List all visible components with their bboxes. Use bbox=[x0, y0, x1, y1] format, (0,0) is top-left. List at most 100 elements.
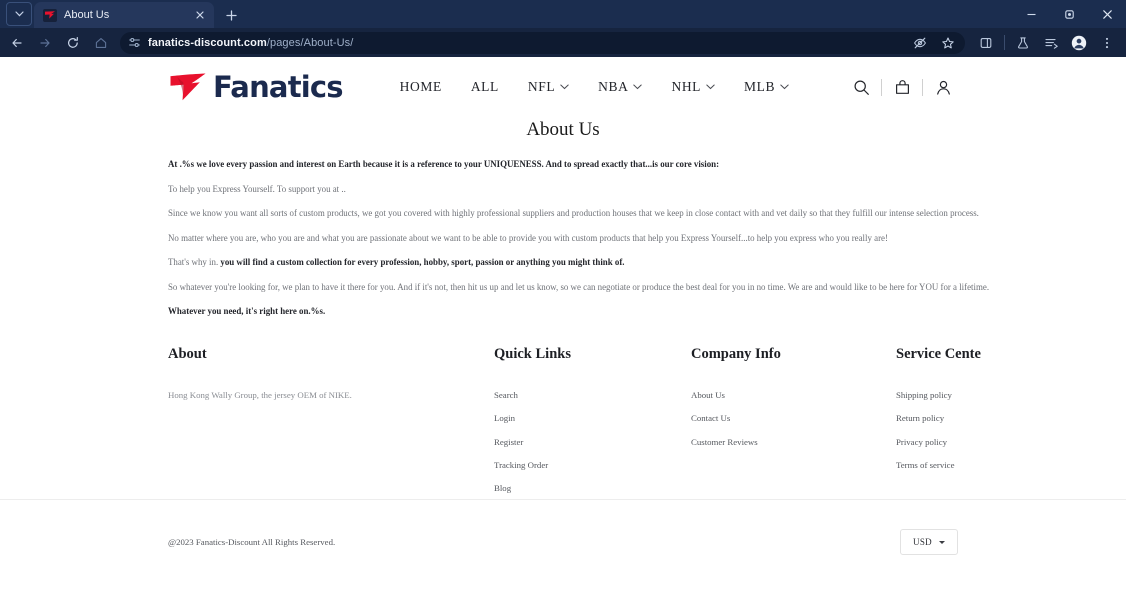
header-actions bbox=[846, 78, 958, 96]
cart-button[interactable] bbox=[887, 79, 917, 96]
nav-label: HOME bbox=[399, 79, 442, 94]
header-divider bbox=[881, 78, 882, 96]
profile-button[interactable] bbox=[1066, 31, 1092, 55]
tracking-protection-button[interactable] bbox=[907, 31, 933, 55]
footer-link-register[interactable]: Register bbox=[494, 437, 691, 447]
url-domain: fanatics-discount.com bbox=[148, 36, 267, 49]
footer-column-quick-links: Quick Links Search Login Register Tracki… bbox=[494, 346, 691, 493]
tab-strip: About Us bbox=[0, 0, 1126, 28]
footer-divider bbox=[0, 499, 1126, 500]
minimize-button[interactable] bbox=[1012, 0, 1050, 28]
copyright-text: @2023 Fanatics-Discount All Rights Reser… bbox=[168, 537, 336, 547]
footer-link-search[interactable]: Search bbox=[494, 391, 691, 400]
browser-window: About Us fanatics-discount.com/pages/Abo… bbox=[0, 0, 1126, 602]
logo-text: Fanatics bbox=[213, 69, 344, 104]
experiments-button[interactable] bbox=[1010, 31, 1036, 55]
profile-avatar-icon bbox=[1071, 35, 1087, 50]
article-body: At .%s we love every passion and interes… bbox=[0, 160, 1126, 316]
account-button[interactable] bbox=[928, 79, 958, 96]
minimize-icon bbox=[1027, 13, 1035, 15]
window-controls bbox=[1012, 0, 1126, 28]
currency-label: USD bbox=[913, 537, 932, 547]
reload-button[interactable] bbox=[60, 31, 86, 55]
site-settings-icon[interactable] bbox=[128, 36, 141, 49]
footer-link-contact-us[interactable]: Contact Us bbox=[691, 414, 896, 423]
reload-icon bbox=[68, 36, 78, 48]
chevron-down-icon bbox=[14, 11, 24, 17]
fanatics-flag-icon bbox=[45, 11, 55, 19]
flask-icon bbox=[1018, 36, 1028, 49]
footer-link-terms-of-service[interactable]: Terms of service bbox=[896, 460, 958, 470]
nav-label: MLB bbox=[744, 79, 776, 94]
nav-label: NFL bbox=[527, 79, 556, 94]
back-arrow-icon bbox=[12, 38, 22, 47]
footer-columns: About Hong Kong Wally Group, the jersey … bbox=[0, 346, 1126, 493]
site-logo[interactable]: Fanatics bbox=[168, 69, 344, 104]
page-title: About Us bbox=[526, 119, 600, 140]
maximize-icon bbox=[1064, 9, 1074, 19]
nav-item-home[interactable]: HOME bbox=[400, 79, 442, 95]
paragraph-lead: That's why in. bbox=[168, 257, 219, 267]
paragraph: No matter where you are, who you are and… bbox=[168, 232, 888, 243]
footer-heading: About bbox=[168, 345, 207, 362]
chevron-down-icon bbox=[633, 84, 643, 90]
paragraph-mixed: That's why in. you will find a custom co… bbox=[168, 258, 958, 267]
tab-close-button[interactable] bbox=[192, 7, 208, 23]
footer-link-blog[interactable]: Blog bbox=[494, 484, 691, 493]
paragraph: So whatever you're looking for, we plan … bbox=[168, 281, 990, 292]
user-account-icon bbox=[936, 80, 950, 95]
address-bar[interactable]: fanatics-discount.com/pages/About-Us/ bbox=[120, 31, 965, 55]
url-path: /pages/About-Us/ bbox=[266, 36, 354, 49]
search-button[interactable] bbox=[846, 79, 876, 96]
nav-item-nfl[interactable]: NFL bbox=[528, 79, 569, 95]
browser-toolbar: fanatics-discount.com/pages/About-Us/ bbox=[0, 28, 1126, 57]
nav-item-nhl[interactable]: NHL bbox=[671, 79, 715, 95]
chevron-down-icon bbox=[560, 84, 569, 90]
collections-button[interactable] bbox=[1038, 31, 1064, 55]
nav-item-all[interactable]: ALL bbox=[471, 79, 499, 95]
shopping-bag-icon bbox=[895, 79, 909, 94]
fanatics-favicon bbox=[43, 8, 57, 22]
back-button[interactable] bbox=[4, 31, 30, 55]
tab-title: About Us bbox=[64, 9, 110, 21]
window-close-icon bbox=[1102, 9, 1112, 19]
browser-menu-button[interactable] bbox=[1094, 31, 1120, 55]
footer-link-tracking-order[interactable]: Tracking Order bbox=[494, 460, 691, 470]
footer-link-privacy-policy[interactable]: Privacy policy bbox=[896, 437, 958, 447]
eye-slash-icon bbox=[913, 37, 927, 48]
currency-selector[interactable]: USD bbox=[900, 529, 958, 555]
three-dots-menu-icon bbox=[1105, 37, 1109, 48]
new-tab-button[interactable] bbox=[218, 2, 244, 28]
caret-down-icon bbox=[938, 540, 945, 544]
footer-link-about-us[interactable]: About Us bbox=[691, 391, 896, 400]
nav-item-nba[interactable]: NBA bbox=[598, 79, 643, 95]
home-button[interactable] bbox=[88, 31, 114, 55]
window-close-button[interactable] bbox=[1088, 0, 1126, 28]
nav-item-mlb[interactable]: MLB bbox=[744, 79, 789, 95]
split-screen-icon bbox=[980, 37, 992, 48]
home-icon bbox=[95, 37, 107, 48]
site-header: Fanatics HOME ALL NFL NBA NHL MLB bbox=[0, 57, 1126, 103]
page-content: Fanatics HOME ALL NFL NBA NHL MLB About … bbox=[0, 57, 1126, 602]
footer-link-customer-reviews[interactable]: Customer Reviews bbox=[691, 437, 896, 447]
split-screen-button[interactable] bbox=[973, 31, 999, 55]
maximize-button[interactable] bbox=[1050, 0, 1088, 28]
search-icon bbox=[853, 79, 869, 95]
footer-link-shipping-policy[interactable]: Shipping policy bbox=[896, 391, 958, 400]
browser-tab[interactable]: About Us bbox=[34, 2, 214, 28]
forward-button[interactable] bbox=[32, 31, 58, 55]
bookmark-button[interactable] bbox=[935, 31, 961, 55]
toolbar-divider bbox=[1004, 35, 1005, 50]
footer-column-service-center: Service Cente Shipping policy Return pol… bbox=[896, 345, 981, 493]
tab-search-button[interactable] bbox=[6, 2, 32, 26]
close-icon bbox=[196, 11, 204, 19]
footer-description: Hong Kong Wally Group, the jersey OEM of… bbox=[168, 389, 352, 400]
nav-label: ALL bbox=[470, 79, 499, 94]
paragraph: At .%s we love every passion and interes… bbox=[168, 159, 720, 169]
footer-link-login[interactable]: Login bbox=[494, 414, 691, 423]
url-text: fanatics-discount.com/pages/About-Us/ bbox=[148, 37, 900, 49]
header-divider bbox=[922, 78, 923, 96]
footer-heading: Service Cente bbox=[896, 345, 981, 362]
collections-icon bbox=[1044, 38, 1058, 49]
footer-link-return-policy[interactable]: Return policy bbox=[896, 414, 958, 423]
